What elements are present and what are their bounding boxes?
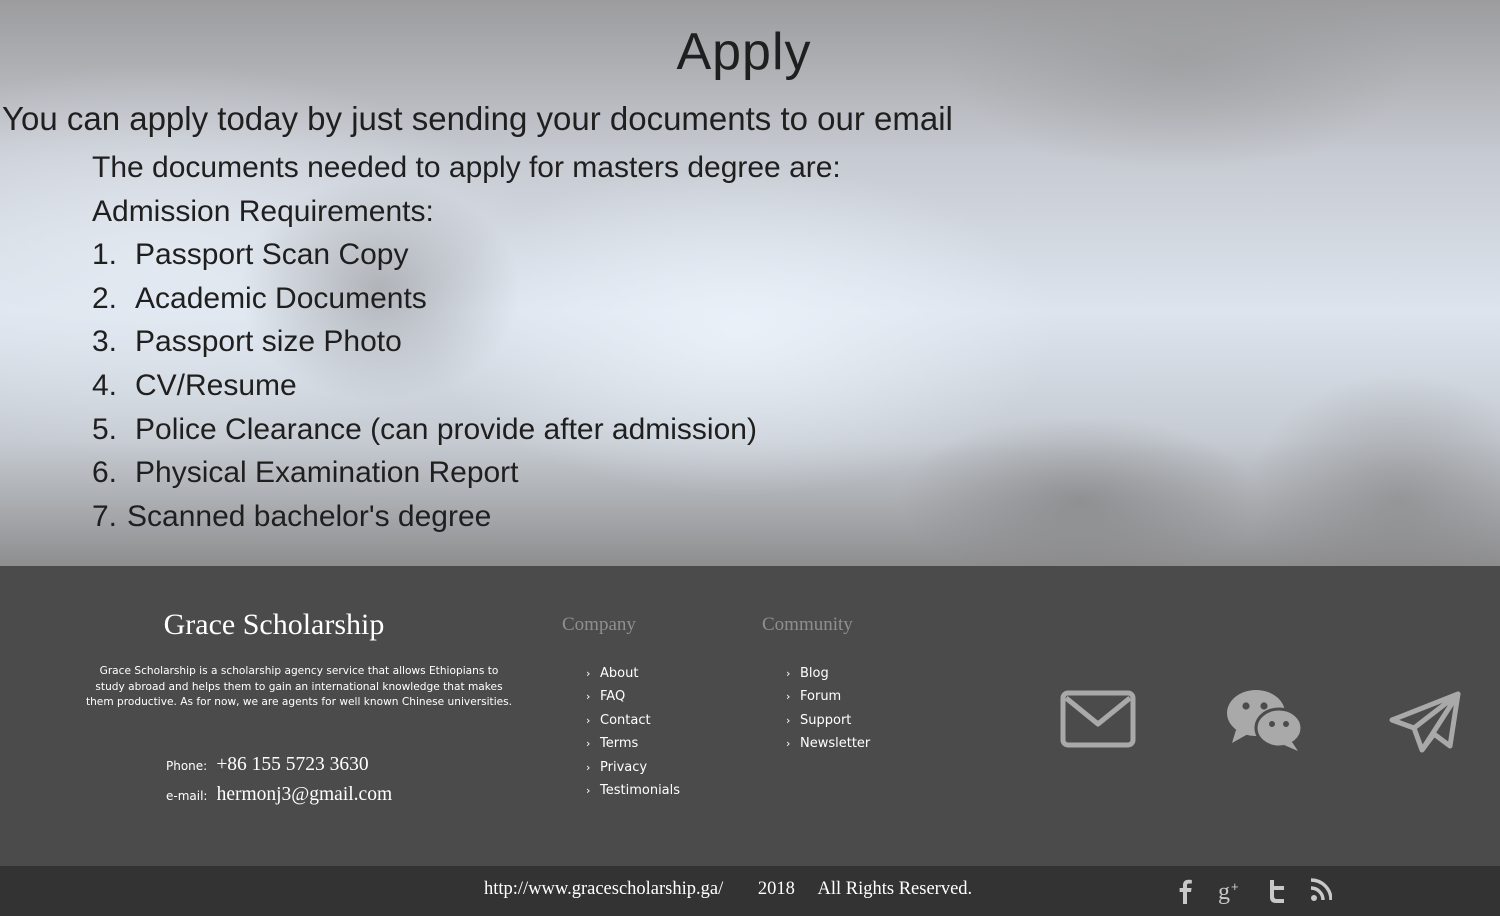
phone-line: Phone: +86 155 5723 3630 xyxy=(166,754,369,776)
company-links: › About › FAQ › Contact › Terms › Privacy › Te… xyxy=(586,662,680,802)
requirement-item: 5. Police Clearance (can provide after ad… xyxy=(92,412,757,446)
phone-label: Phone: xyxy=(166,759,208,773)
chevron-right-icon: › xyxy=(586,760,591,774)
apply-lead-text: You can apply today by just sending your… xyxy=(2,100,953,137)
footer-description: Grace Scholarship is a scholarship agenc… xyxy=(85,665,513,708)
telegram-icon[interactable] xyxy=(1388,690,1462,754)
apply-title: Apply xyxy=(676,23,812,81)
chevron-right-icon: › xyxy=(586,783,591,797)
footer-link-contact[interactable]: › Contact xyxy=(586,709,680,732)
footer-link-terms[interactable]: › Terms xyxy=(586,732,680,755)
footer-link-blog[interactable]: › Blog xyxy=(786,662,870,685)
footer-link-testimonials[interactable]: › Testimonials xyxy=(586,779,680,802)
community-heading: Community xyxy=(762,614,853,635)
facebook-icon[interactable] xyxy=(1176,878,1194,904)
footer-link-faq[interactable]: › FAQ xyxy=(586,685,680,708)
footer-link-privacy[interactable]: › Privacy xyxy=(586,756,680,779)
requirements-intro: The documents needed to apply for master… xyxy=(92,151,841,184)
rss-icon[interactable] xyxy=(1310,878,1332,902)
site-url-link[interactable]: http://www.gracescholarship.ga/ xyxy=(484,879,723,900)
chevron-right-icon: › xyxy=(786,690,791,704)
copyright-year: 2018 xyxy=(757,879,795,899)
footer-link-about[interactable]: › About xyxy=(586,662,680,685)
requirements-heading: Admission Requirements: xyxy=(92,194,434,228)
requirement-item: 3. Passport size Photo xyxy=(92,325,402,359)
requirement-item: 2. Academic Documents xyxy=(92,281,427,315)
chevron-right-icon: › xyxy=(586,737,591,751)
copyright-rights: All Rights Reserved. xyxy=(817,879,973,899)
svg-text:g: g xyxy=(1218,879,1230,904)
requirement-item: 1. Passport Scan Copy xyxy=(92,238,409,272)
footer-link-forum[interactable]: › Forum xyxy=(786,685,870,708)
footer-brand: Grace Scholarship xyxy=(163,608,385,641)
requirements-block: The documents needed to apply for master… xyxy=(92,146,841,538)
requirement-item: 7. Scanned bachelor's degree xyxy=(92,499,492,533)
community-links: › Blog › Forum › Support › Newsletter xyxy=(786,662,870,756)
chevron-right-icon: › xyxy=(786,667,791,680)
svg-text:+: + xyxy=(1231,879,1239,894)
copyright-line: http://www.gracescholarship.ga/ 2018 All… xyxy=(484,879,972,900)
email-line: e-mail: hermonj3@gmail.com xyxy=(166,784,392,806)
mail-icon[interactable] xyxy=(1060,690,1136,748)
chevron-right-icon: › xyxy=(586,690,591,704)
email-address[interactable]: hermonj3@gmail.com xyxy=(217,784,393,805)
chevron-right-icon: › xyxy=(586,667,591,680)
requirement-item: 4. CV/Resume xyxy=(92,368,297,402)
requirement-item: 6. Physical Examination Report xyxy=(92,456,519,490)
twitter-icon[interactable] xyxy=(1266,878,1288,904)
chevron-right-icon: › xyxy=(586,713,591,727)
wechat-icon[interactable] xyxy=(1226,688,1304,752)
google-plus-icon[interactable]: g + xyxy=(1218,878,1244,904)
chevron-right-icon: › xyxy=(786,737,791,751)
footer-link-newsletter[interactable]: › Newsletter xyxy=(786,732,870,755)
email-label: e-mail: xyxy=(166,789,208,803)
company-heading: Company xyxy=(562,614,636,635)
footer-link-support[interactable]: › Support xyxy=(786,709,870,732)
apply-section: Apply You can apply today by just sendin… xyxy=(0,0,1500,566)
site-footer: Grace Scholarship Grace Scholarship is a… xyxy=(0,566,1500,866)
bottom-bar: http://www.gracescholarship.ga/ 2018 All… xyxy=(0,866,1500,916)
chevron-right-icon: › xyxy=(786,713,791,727)
phone-number: +86 155 5723 3630 xyxy=(216,754,369,775)
